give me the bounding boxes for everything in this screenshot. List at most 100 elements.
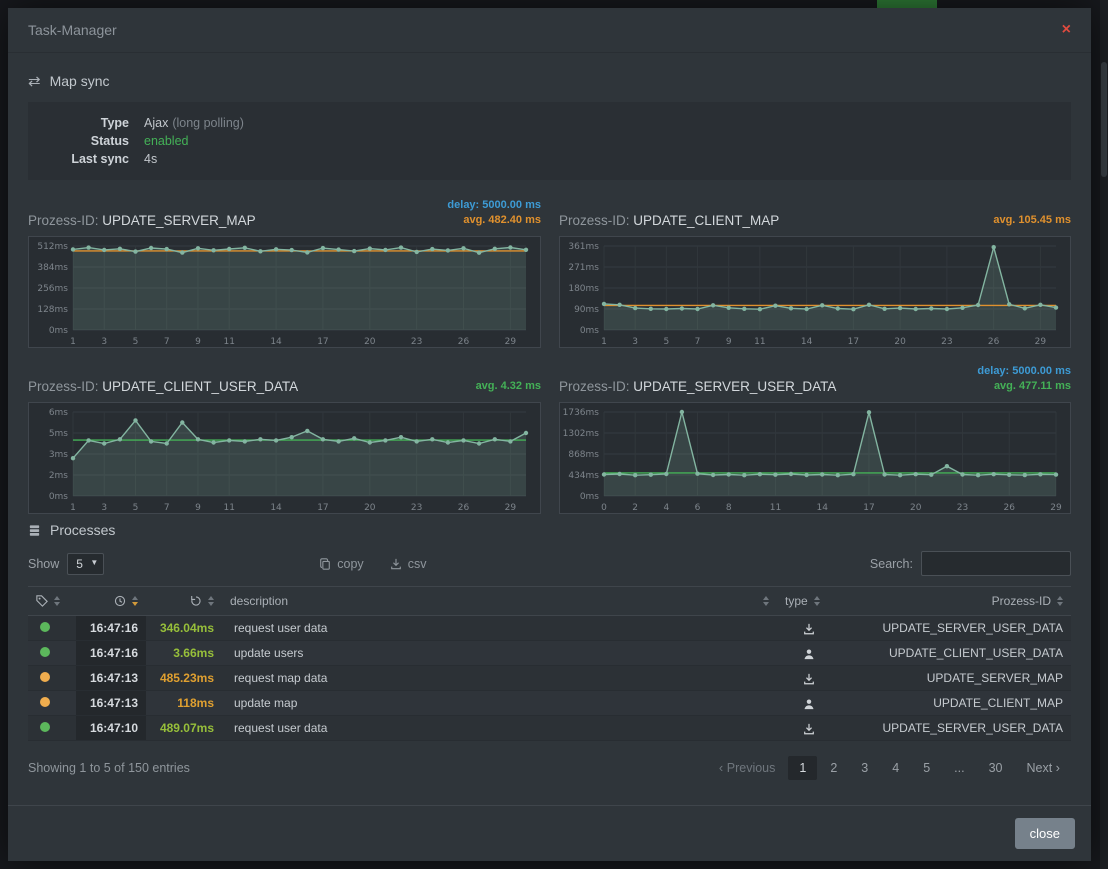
status-dot	[40, 622, 50, 632]
svg-text:11: 11	[754, 337, 765, 347]
sort-icon-active	[132, 596, 138, 606]
chart-header: Prozess-ID: UPDATE_SERVER_USER_DATA dela…	[559, 362, 1071, 394]
sort-icon	[208, 596, 214, 606]
svg-text:3ms: 3ms	[49, 450, 68, 460]
modal-body: ⇄ Map sync TypeAjax(long polling)Statuse…	[8, 53, 1091, 805]
col-duration-header[interactable]	[146, 587, 222, 616]
chart-svg: 512ms384ms256ms128ms0ms13579111417202326…	[29, 237, 540, 347]
type-cell	[777, 716, 841, 741]
chart-panel: 6ms5ms3ms2ms0ms1357911141720232629	[28, 402, 541, 514]
page-button[interactable]: 4	[881, 756, 910, 780]
chart-card: Prozess-ID: UPDATE_SERVER_MAP delay: 500…	[28, 196, 541, 348]
svg-text:20: 20	[364, 337, 376, 347]
table-row: 16:47:13118msupdate mapUPDATE_CLIENT_MAP	[28, 691, 1071, 716]
csv-label: csv	[408, 557, 427, 571]
svg-text:26: 26	[458, 337, 470, 347]
time-cell: 16:47:13	[76, 666, 146, 691]
duration-cell: 489.07ms	[146, 716, 222, 741]
showing-entries-text: Showing 1 to 5 of 150 entries	[28, 761, 190, 775]
page-button[interactable]: 1	[788, 756, 817, 780]
svg-text:14: 14	[801, 337, 813, 347]
status-cell	[28, 716, 76, 741]
page-scrollbar[interactable]	[1100, 0, 1108, 869]
svg-text:20: 20	[364, 503, 376, 513]
svg-text:7: 7	[695, 337, 701, 347]
svg-text:14: 14	[270, 503, 282, 513]
copy-button[interactable]: copy	[319, 557, 363, 571]
svg-text:0ms: 0ms	[49, 492, 68, 502]
svg-text:29: 29	[505, 337, 517, 347]
close-icon[interactable]: ×	[1062, 22, 1071, 38]
download-icon	[803, 671, 815, 685]
process-id-cell: UPDATE_SERVER_MAP	[841, 666, 1071, 691]
table-footer: Showing 1 to 5 of 150 entries ‹ Previous…	[28, 755, 1071, 780]
col-description-header[interactable]: description	[222, 587, 777, 616]
type-cell	[777, 691, 841, 716]
description-cell: request user data	[222, 716, 777, 741]
svg-text:128ms: 128ms	[37, 305, 68, 315]
chart-title: Prozess-ID: UPDATE_CLIENT_USER_DATA	[28, 379, 298, 394]
svg-text:384ms: 384ms	[37, 263, 68, 273]
table-header-row: description type Prozess-ID	[28, 587, 1071, 616]
svg-text:3: 3	[101, 337, 107, 347]
svg-text:17: 17	[863, 503, 874, 513]
col-status-header[interactable]	[28, 587, 76, 616]
type-cell	[777, 616, 841, 641]
user-icon	[803, 646, 815, 660]
page-button[interactable]: 3	[850, 756, 879, 780]
svg-text:0ms: 0ms	[580, 492, 599, 502]
clock-icon	[114, 595, 126, 607]
svg-text:5ms: 5ms	[49, 429, 68, 439]
svg-text:3: 3	[101, 503, 107, 513]
svg-text:7: 7	[164, 503, 170, 513]
chart-header: Prozess-ID: UPDATE_CLIENT_MAP avg. 105.4…	[559, 196, 1071, 228]
status-cell	[28, 641, 76, 666]
svg-text:26: 26	[988, 337, 1000, 347]
chart-header: Prozess-ID: UPDATE_CLIENT_USER_DATA avg.…	[28, 362, 541, 394]
pagination: ‹ Previous12345...30Next ›	[708, 755, 1071, 780]
svg-text:0ms: 0ms	[580, 326, 599, 336]
table-row: 16:47:10489.07msrequest user dataUPDATE_…	[28, 716, 1071, 741]
svg-text:29: 29	[1050, 503, 1062, 513]
search-input[interactable]	[921, 551, 1071, 576]
svg-text:256ms: 256ms	[37, 284, 68, 294]
page-button[interactable]: 5	[912, 756, 941, 780]
info-value: Ajax(long polling)	[144, 114, 244, 132]
page-button[interactable]: 2	[819, 756, 848, 780]
chart-stats: delay: 5000.00 ms avg. 482.40 ms	[447, 198, 541, 228]
svg-text:29: 29	[505, 503, 517, 513]
process-id-cell: UPDATE_CLIENT_MAP	[841, 691, 1071, 716]
process-id-cell: UPDATE_CLIENT_USER_DATA	[841, 641, 1071, 666]
pagination-ellipsis: ...	[943, 756, 975, 780]
page-button[interactable]: 30	[978, 756, 1014, 780]
time-cell: 16:47:13	[76, 691, 146, 716]
download-icon	[803, 721, 815, 735]
copy-icon	[319, 558, 331, 570]
col-type-header[interactable]: type	[777, 587, 841, 616]
modal-header: Task-Manager ×	[8, 8, 1091, 53]
page-size-select[interactable]: 5	[67, 553, 104, 575]
sort-icon	[763, 596, 769, 606]
svg-text:5: 5	[133, 503, 139, 513]
process-id-cell: UPDATE_SERVER_USER_DATA	[841, 616, 1071, 641]
table-row: 16:47:163.66msupdate usersUPDATE_CLIENT_…	[28, 641, 1071, 666]
col-time-header[interactable]	[76, 587, 146, 616]
csv-button[interactable]: csv	[390, 557, 427, 571]
status-dot	[40, 672, 50, 682]
svg-text:2ms: 2ms	[49, 471, 68, 481]
svg-text:20: 20	[910, 503, 922, 513]
sync-arrows-icon: ⇄	[28, 74, 41, 89]
col-process-id-header[interactable]: Prozess-ID	[841, 587, 1071, 616]
previous-button[interactable]: ‹ Previous	[708, 755, 786, 780]
svg-text:17: 17	[317, 503, 328, 513]
svg-text:180ms: 180ms	[568, 284, 599, 294]
info-label: Type	[44, 114, 144, 132]
chart-stats: delay: 5000.00 ms avg. 477.11 ms	[977, 364, 1071, 394]
svg-text:9: 9	[195, 503, 201, 513]
next-button[interactable]: Next ›	[1015, 755, 1071, 780]
close-button[interactable]: close	[1015, 818, 1075, 849]
scrollbar-thumb[interactable]	[1101, 62, 1107, 177]
map-sync-heading: ⇄ Map sync	[28, 73, 1071, 89]
svg-text:23: 23	[941, 337, 952, 347]
svg-text:90ms: 90ms	[574, 305, 599, 315]
